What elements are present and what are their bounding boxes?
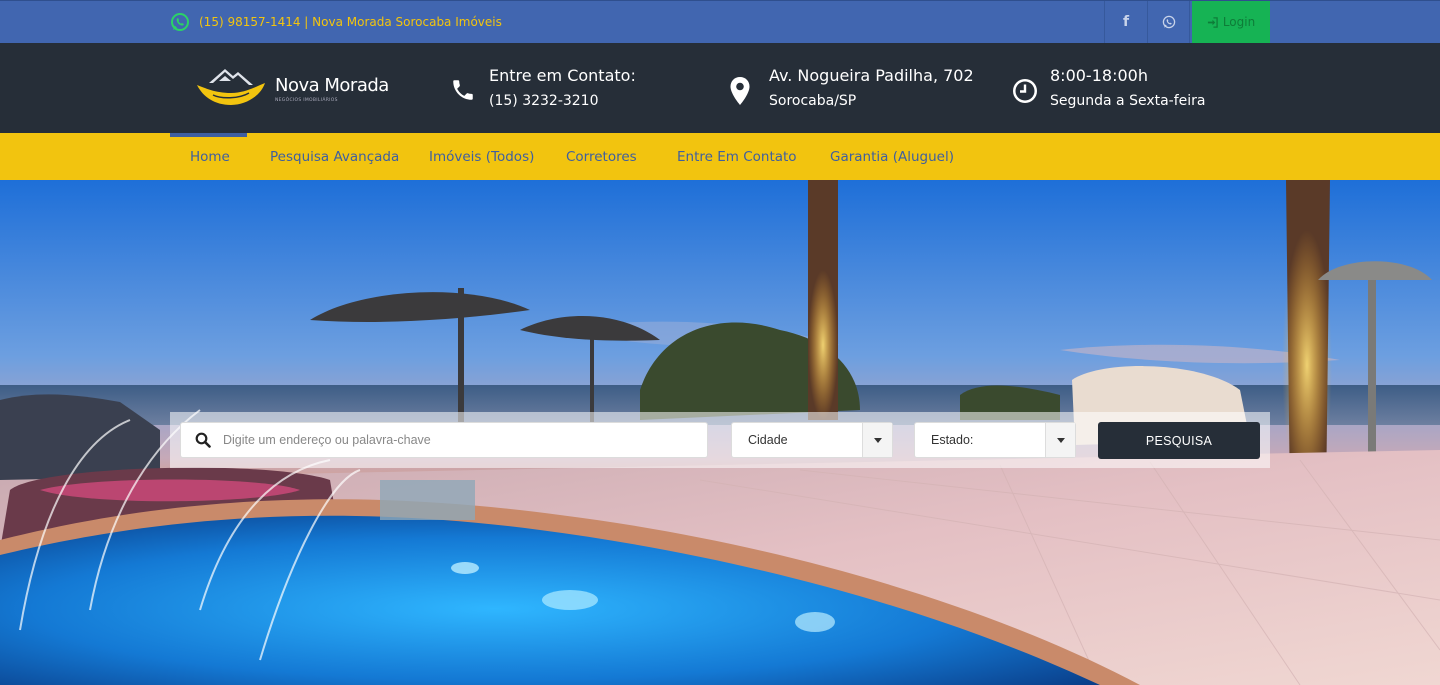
topbar-phone-text: (15) 98157-1414 | Nova Morada Sorocaba I…: [199, 15, 502, 29]
property-search-bar: Digite um endereço ou palavra-chave Cida…: [170, 412, 1270, 468]
site-header: Nova Morada NEGÓCIOS IMOBILIÁRIOS Entre …: [0, 43, 1440, 133]
address-city: Sorocaba/SP: [769, 93, 857, 109]
address-street: Av. Nogueira Padilha, 702: [769, 66, 974, 85]
topbar-phone[interactable]: (15) 98157-1414 | Nova Morada Sorocaba I…: [170, 12, 502, 32]
city-select-value: Cidade: [748, 433, 788, 447]
state-select-value: Estado:: [931, 433, 974, 447]
hours-info: 8:00-18:00h Segunda a Sexta-feira: [1050, 64, 1206, 114]
city-select[interactable]: Cidade: [731, 422, 893, 458]
search-submit-button[interactable]: PESQUISA: [1098, 422, 1260, 459]
contact-phone[interactable]: (15) 3232-3210: [489, 88, 636, 114]
contact-title: Entre em Contato:: [489, 66, 636, 85]
clock-icon: [1013, 79, 1037, 103]
logo-name: Nova Morada: [275, 75, 389, 96]
nav-item-rental-guarantee[interactable]: Garantia (Aluguel): [830, 133, 954, 180]
logo-tagline: NEGÓCIOS IMOBILIÁRIOS: [275, 98, 338, 103]
caret-down-icon: [873, 437, 882, 443]
login-button[interactable]: Login: [1192, 1, 1270, 43]
city-select-toggle[interactable]: [862, 423, 892, 457]
logo-icon: [197, 69, 265, 105]
search-placeholder: Digite um endereço ou palavra-chave: [223, 433, 431, 447]
facebook-icon: f: [1122, 14, 1130, 30]
map-pin-icon: [730, 77, 750, 105]
search-icon: [195, 432, 211, 448]
sign-in-icon: [1207, 16, 1218, 28]
hours-time: 8:00-18:00h: [1050, 66, 1148, 85]
search-input[interactable]: Digite um endereço ou palavra-chave: [180, 422, 708, 458]
whatsapp-link[interactable]: [1147, 1, 1190, 43]
whatsapp-icon: [171, 13, 189, 31]
login-label: Login: [1222, 15, 1256, 29]
nav-item-home[interactable]: Home: [190, 133, 230, 180]
contact-info: Entre em Contato: (15) 3232-3210: [489, 64, 636, 114]
nav-item-contact[interactable]: Entre Em Contato: [677, 133, 797, 180]
nav-item-advanced-search[interactable]: Pesquisa Avançada: [270, 133, 399, 180]
facebook-link[interactable]: f: [1104, 1, 1147, 43]
nav-item-brokers[interactable]: Corretores: [566, 133, 637, 180]
phone-icon: [453, 80, 473, 100]
state-select-toggle[interactable]: [1045, 423, 1075, 457]
nav-item-properties[interactable]: Imóveis (Todos): [429, 133, 534, 180]
state-select[interactable]: Estado:: [914, 422, 1076, 458]
address-info: Av. Nogueira Padilha, 702 Sorocaba/SP: [769, 64, 974, 114]
top-bar: (15) 98157-1414 | Nova Morada Sorocaba I…: [0, 0, 1440, 43]
caret-down-icon: [1056, 437, 1065, 443]
whatsapp-icon: [1162, 15, 1175, 29]
logo[interactable]: Nova Morada NEGÓCIOS IMOBILIÁRIOS: [195, 65, 395, 111]
main-nav: Home Pesquisa Avançada Imóveis (Todos) C…: [0, 133, 1440, 180]
hours-days: Segunda a Sexta-feira: [1050, 93, 1206, 109]
